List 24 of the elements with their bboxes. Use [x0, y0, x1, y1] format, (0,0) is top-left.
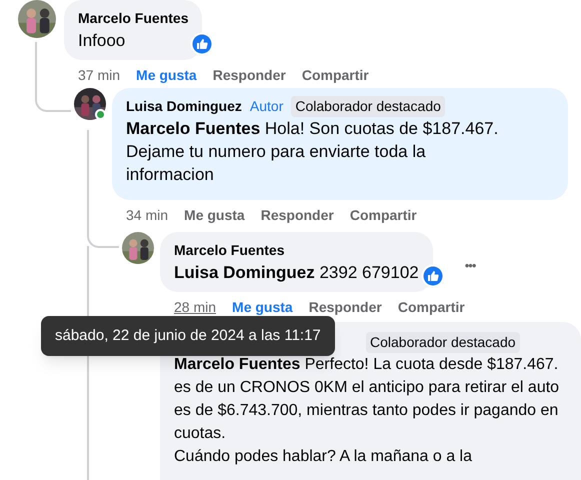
comment-text: Infooo	[78, 30, 126, 52]
comment-action[interactable]: Responder	[260, 204, 334, 226]
contributor-badge: Colaborador destacado	[366, 332, 520, 352]
comment-time[interactable]: 34 min	[126, 204, 168, 226]
comment-text: Luisa Dominguez 2392 679102	[174, 262, 419, 284]
comment-action[interactable]: Me gusta	[136, 64, 197, 86]
comment-text: Marcelo Fuentes Perfecto! La cuota desde $187.467. es de un CRONOS 0KM el anticipo para retirar el auto es de $6.743.700, mientras tanto podes ir pagando en cuotas. Cuándo podes hablar? A la mañana o a la	[174, 355, 560, 467]
more-options-button[interactable]: •••	[464, 259, 476, 272]
comment-action[interactable]: Me gusta	[184, 204, 245, 226]
comment-action[interactable]: Responder	[212, 64, 286, 86]
comment-action[interactable]: Me gusta	[232, 296, 293, 318]
comment-action[interactable]: Compartir	[302, 64, 369, 86]
comment-time[interactable]: 37 min	[78, 64, 120, 86]
contributor-badge: Colaborador destacado	[291, 96, 445, 116]
comment-action[interactable]: Compartir	[350, 204, 417, 226]
author-label: Autor	[250, 96, 284, 116]
comment-text: Marcelo Fuentes Hola! Son cuotas de $187.467. Dejame tu numero para enviarte toda la informacion	[126, 118, 500, 186]
author-name[interactable]: Marcelo Fuentes	[174, 240, 284, 260]
comment-time[interactable]: 28 min	[174, 296, 216, 318]
date-tooltip: sábado, 22 de junio de 2024 a las 11:17	[41, 316, 335, 356]
author-name[interactable]: Marcelo Fuentes	[78, 8, 188, 28]
comment-action[interactable]: Compartir	[398, 296, 465, 318]
author-name[interactable]: Luisa Dominguez	[126, 96, 242, 116]
comment-action[interactable]: Responder	[308, 296, 382, 318]
